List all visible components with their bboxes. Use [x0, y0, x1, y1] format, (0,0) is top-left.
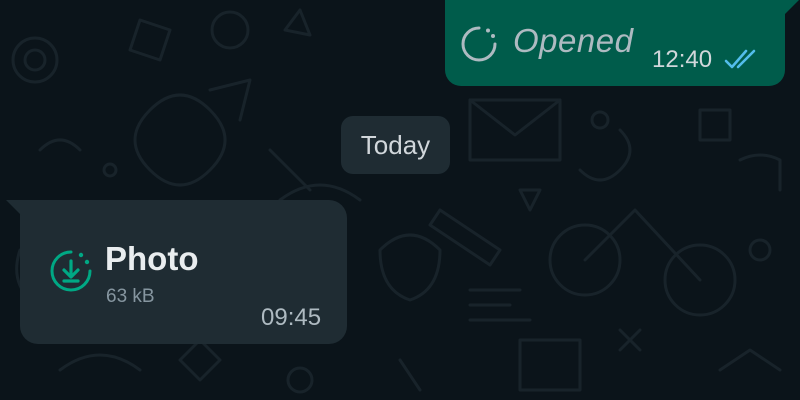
view-once-download-icon[interactable]: [48, 248, 94, 294]
message-text: Opened: [513, 22, 634, 59]
incoming-message-bubble[interactable]: Photo 63 kB 09:45: [6, 200, 347, 344]
date-separator: Today: [341, 116, 450, 174]
double-check-icon: [724, 49, 756, 69]
message-time: 09:45: [261, 304, 322, 331]
outgoing-message-bubble[interactable]: Opened 12:40: [445, 0, 799, 86]
media-label: Photo: [105, 240, 199, 277]
message-time: 12:40: [652, 46, 713, 73]
date-label: Today: [360, 130, 431, 160]
file-size: 63 kB: [106, 286, 155, 307]
bubble-tail: [6, 200, 22, 216]
bubble-tail: [783, 0, 799, 16]
view-once-opened-icon: [461, 26, 497, 62]
